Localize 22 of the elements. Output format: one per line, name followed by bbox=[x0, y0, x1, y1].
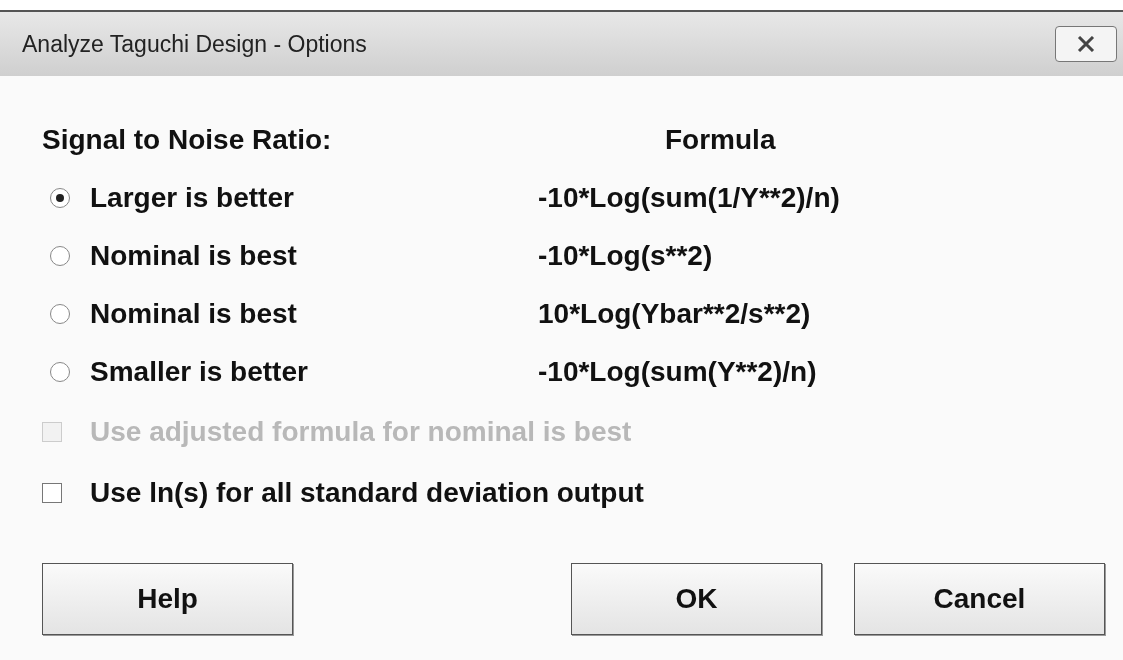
close-icon bbox=[1077, 36, 1095, 52]
window-title: Analyze Taguchi Design - Options bbox=[22, 29, 367, 59]
formula-text: -10*Log(sum(Y**2)/n) bbox=[538, 355, 818, 389]
dialog-button[interactable]: Cancel bbox=[854, 563, 1105, 635]
close-button[interactable] bbox=[1055, 26, 1117, 62]
checkbox-option[interactable]: Use ln(s) for all standard deviation output bbox=[42, 462, 1123, 523]
radio-button[interactable] bbox=[50, 188, 70, 208]
radio-button[interactable] bbox=[50, 362, 70, 382]
dialog-button[interactable]: OK bbox=[571, 563, 822, 635]
formula-text: 10*Log(Ybar**2/s**2) bbox=[538, 297, 812, 331]
radio-button[interactable] bbox=[50, 246, 70, 266]
radio-option[interactable]: Nominal is best bbox=[42, 293, 538, 335]
checkbox[interactable] bbox=[42, 482, 62, 503]
radio-option[interactable]: Larger is better bbox=[42, 177, 538, 219]
radio-option[interactable]: Smaller is better bbox=[42, 351, 538, 393]
dialog-button[interactable]: Help bbox=[42, 563, 293, 635]
radio-option[interactable]: Nominal is best bbox=[42, 235, 538, 277]
formula-text: -10*Log(sum(1/Y**2)/n) bbox=[538, 181, 841, 215]
formula-text: -10*Log(s**2) bbox=[538, 239, 714, 273]
column-heading: Formula bbox=[664, 123, 777, 157]
section-label: Signal to Noise Ratio: bbox=[42, 123, 333, 157]
radio-button[interactable] bbox=[50, 304, 70, 324]
